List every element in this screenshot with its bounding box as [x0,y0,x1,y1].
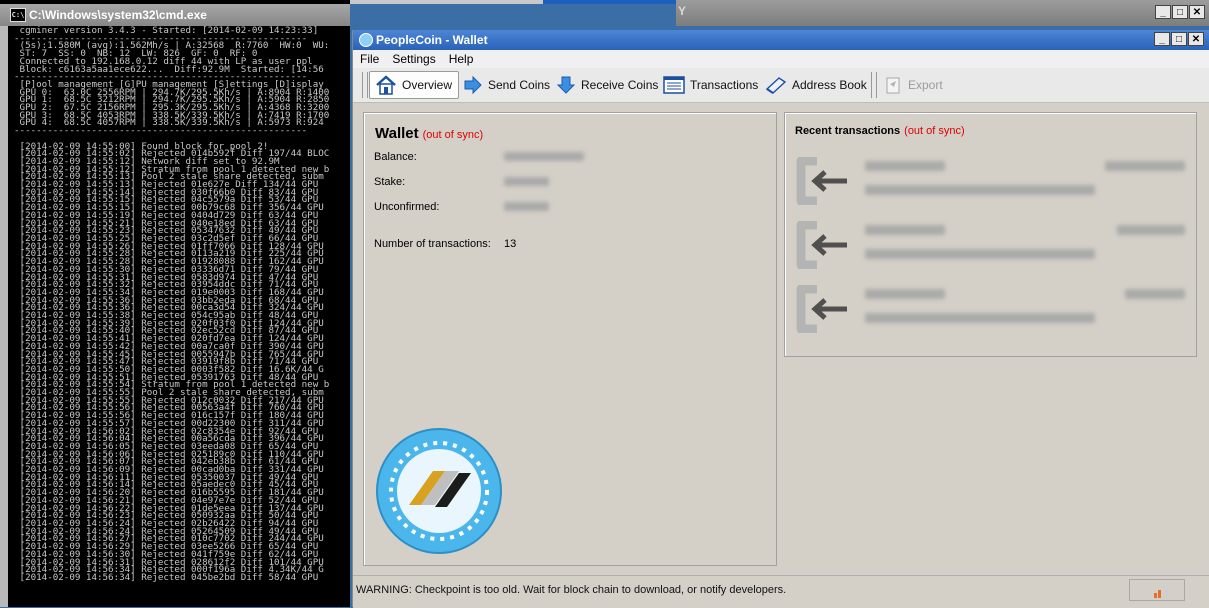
background-window-title: Y [678,4,687,18]
num-transactions-value: 13 [504,238,517,250]
menu-bar: File Settings Help [353,50,1209,68]
address-book-button[interactable]: Address Book [765,71,867,99]
num-transactions-label: Number of transactions: [374,238,491,250]
stake-label: Stake: [374,176,406,188]
console-line: [2014-02-09 14:56:34] Rejected 045be2bd … [14,571,319,583]
menu-help[interactable]: Help [442,50,480,66]
wallet-window[interactable]: PeopleCoin - Wallet _ □ ✕ File Settings Help… [352,30,1209,608]
console-line: ----------------------------------------… [14,125,308,137]
cmd-console-output[interactable]: cgminer version 3.4.3 - Started: [2014-0… [14,26,329,583]
cmd-titlebar[interactable]: C:\ C:\Windows\system32\cmd.exe _□✕ [0,4,350,26]
wallet-heading: Wallet (out of sync) [375,125,483,142]
transaction-item[interactable] [795,153,1185,211]
menu-settings[interactable]: Settings [385,50,441,66]
menu-file[interactable]: File [353,50,385,66]
overview-label: Overview [402,78,453,92]
address-book-icon [765,77,787,94]
receive-coins-button[interactable]: Receive Coins [556,71,658,99]
toolbar-grip[interactable] [362,72,368,98]
stake-value-blurred [504,177,549,186]
maximize-button[interactable]: □ [1172,5,1188,19]
export-icon [886,77,900,94]
recent-out-of-sync: (out of sync) [904,125,965,137]
tx-date-blurred [865,289,945,299]
peoplecoin-logo-icon [376,428,502,554]
maximize-button[interactable]: □ [1171,32,1187,46]
send-coins-button[interactable]: Send Coins [463,71,550,99]
send-arrow-icon [464,75,482,95]
status-warning: WARNING: Checkpoint is too old. Wait for… [356,584,787,596]
incoming-tx-icon [796,285,847,333]
close-button[interactable]: ✕ [1189,5,1205,19]
incoming-tx-icon [796,221,847,269]
peoplecoin-app-icon [359,33,373,47]
transactions-label: Transactions [690,78,759,92]
wallet-out-of-sync: (out of sync) [422,129,484,141]
wallet-caption-buttons: _ □ ✕ [1153,32,1204,50]
incoming-tx-icon [796,157,847,205]
cmd-left-border [0,26,8,607]
background-window-titlebar[interactable]: Y _ □ ✕ [676,0,1209,26]
export-label: Export [908,78,943,92]
cmd-window[interactable]: C:\ C:\Windows\system32\cmd.exe _□✕ cgmi… [0,0,350,607]
transaction-item[interactable] [795,217,1185,275]
cmd-icon: C:\ [10,8,26,22]
toolbar: Overview Send Coins Receive Coins Transa… [353,68,1209,103]
export-button[interactable]: Export [883,71,943,99]
sync-status-indicator[interactable] [1129,579,1185,601]
wallet-heading-text: Wallet [375,125,419,142]
status-bar: WARNING: Checkpoint is too old. Wait for… [353,575,1209,608]
home-icon [376,75,396,95]
transaction-item[interactable] [795,281,1185,339]
taskbar-strip-blue [543,0,676,4]
unconfirmed-value-blurred [504,202,549,211]
balance-label: Balance: [374,151,417,163]
tx-address-blurred [865,313,1095,323]
signal-bars-icon [1154,584,1169,598]
tx-address-blurred [865,249,1095,259]
wallet-titlebar[interactable]: PeopleCoin - Wallet _ □ ✕ [353,30,1209,50]
address-book-label: Address Book [792,78,867,92]
send-coins-label: Send Coins [488,78,551,92]
transactions-button[interactable]: Transactions [663,71,758,99]
unconfirmed-label: Unconfirmed: [374,201,440,213]
tx-date-blurred [865,161,945,171]
recent-transactions-heading: Recent transactions (out of sync) [795,125,965,137]
transactions-list-icon [663,76,685,94]
taskbar-strip [350,0,543,4]
balance-value-blurred [504,152,584,161]
minimize-button[interactable]: _ [1154,32,1170,46]
tx-amount-blurred [1105,161,1185,171]
receive-coins-label: Receive Coins [581,78,659,92]
tx-amount-blurred [1117,225,1185,235]
background-window-caption-buttons: _ □ ✕ [1154,5,1205,23]
minimize-button[interactable]: _ [1155,5,1171,19]
cmd-title: C:\Windows\system32\cmd.exe [29,8,207,22]
wallet-title: PeopleCoin - Wallet [376,33,488,47]
receive-arrow-icon [556,76,576,94]
overview-button[interactable]: Overview [369,71,460,99]
tx-date-blurred [865,225,945,235]
toolbar-separator [871,72,877,98]
tx-address-blurred [865,185,1095,195]
recent-heading-text: Recent transactions [795,125,901,137]
tx-amount-blurred [1125,289,1185,299]
recent-transactions-panel: Recent transactions (out of sync) [784,112,1197,357]
close-button[interactable]: ✕ [1188,32,1204,46]
